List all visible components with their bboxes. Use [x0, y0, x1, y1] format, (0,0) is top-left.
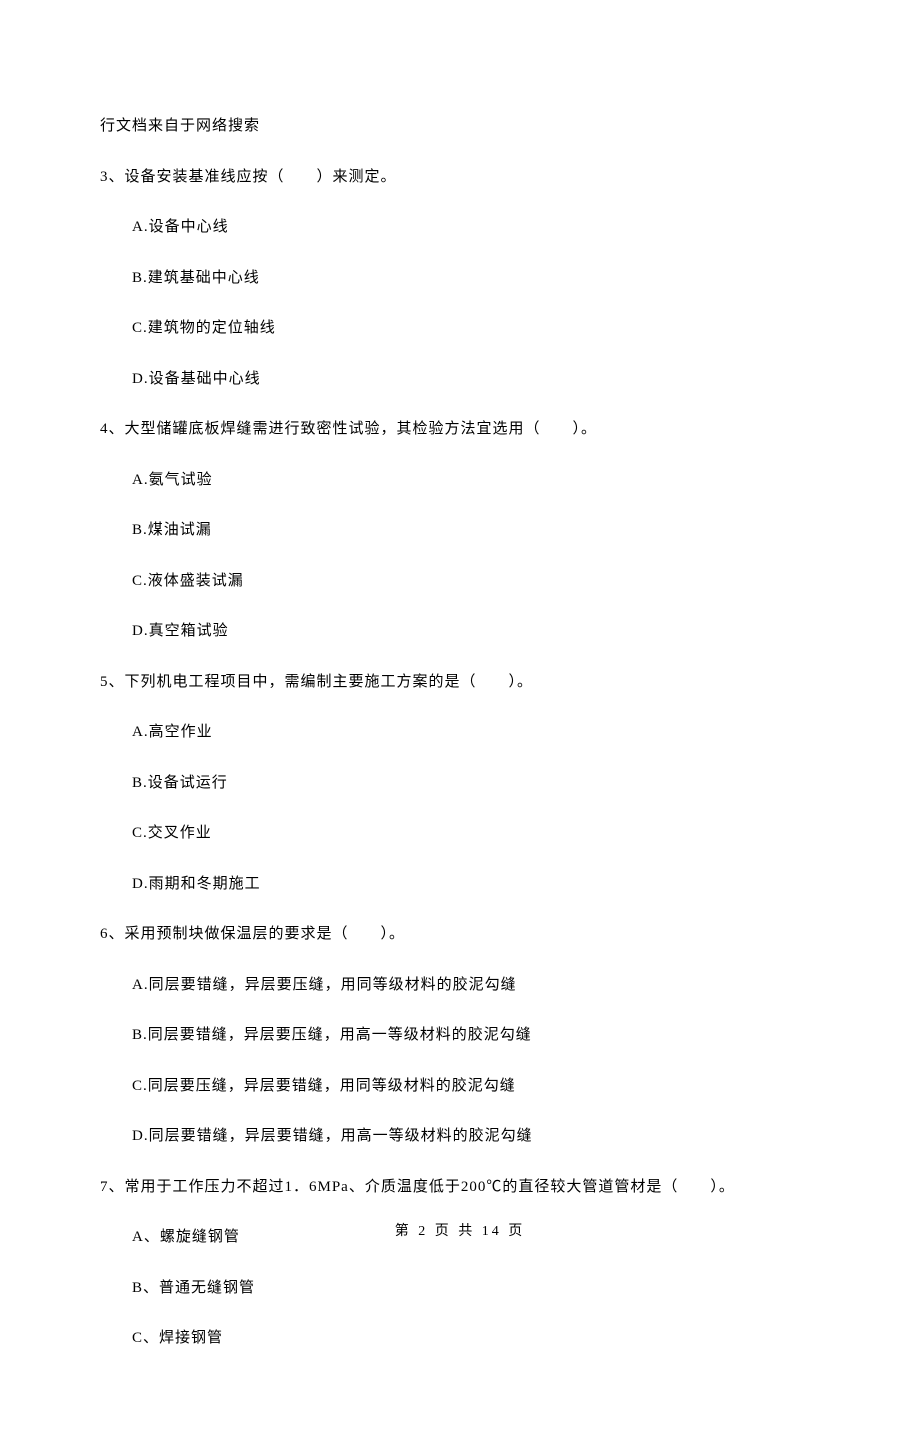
option-a: A.设备中心线	[100, 216, 820, 239]
question-4: 4、大型储罐底板焊缝需进行致密性试验，其检验方法宜选用（ ）。 A.氨气试验 B…	[100, 418, 820, 643]
question-5: 5、下列机电工程项目中，需编制主要施工方案的是（ ）。 A.高空作业 B.设备试…	[100, 671, 820, 896]
page-footer: 第 2 页 共 14 页	[0, 1221, 920, 1242]
option-b: B.设备试运行	[100, 772, 820, 795]
option-a: A.高空作业	[100, 721, 820, 744]
question-6: 6、采用预制块做保温层的要求是（ ）。 A.同层要错缝，异层要压缝，用同等级材料…	[100, 923, 820, 1148]
question-text: 4、大型储罐底板焊缝需进行致密性试验，其检验方法宜选用（ ）。	[100, 418, 820, 441]
option-d: D.同层要错缝，异层要错缝，用高一等级材料的胶泥勾缝	[100, 1125, 820, 1148]
option-d: D.真空箱试验	[100, 620, 820, 643]
option-b: B.建筑基础中心线	[100, 267, 820, 290]
question-text: 7、常用于工作压力不超过1．6MPa、介质温度低于200℃的直径较大管道管材是（…	[100, 1176, 820, 1199]
question-text: 6、采用预制块做保温层的要求是（ ）。	[100, 923, 820, 946]
option-c: C.建筑物的定位轴线	[100, 317, 820, 340]
option-b: B.煤油试漏	[100, 519, 820, 542]
option-c: C.同层要压缝，异层要错缝，用同等级材料的胶泥勾缝	[100, 1075, 820, 1098]
header-note: 行文档来自于网络搜索	[100, 115, 820, 138]
question-3: 3、设备安装基准线应按（ ）来测定。 A.设备中心线 B.建筑基础中心线 C.建…	[100, 166, 820, 391]
option-b: B.同层要错缝，异层要压缝，用高一等级材料的胶泥勾缝	[100, 1024, 820, 1047]
question-text: 5、下列机电工程项目中，需编制主要施工方案的是（ ）。	[100, 671, 820, 694]
option-d: D.设备基础中心线	[100, 368, 820, 391]
question-7: 7、常用于工作压力不超过1．6MPa、介质温度低于200℃的直径较大管道管材是（…	[100, 1176, 820, 1350]
option-b: B、普通无缝钢管	[100, 1277, 820, 1300]
option-c: C、焊接钢管	[100, 1327, 820, 1350]
option-c: C.交叉作业	[100, 822, 820, 845]
option-a: A.氨气试验	[100, 469, 820, 492]
option-a: A.同层要错缝，异层要压缝，用同等级材料的胶泥勾缝	[100, 974, 820, 997]
option-d: D.雨期和冬期施工	[100, 873, 820, 896]
option-c: C.液体盛装试漏	[100, 570, 820, 593]
question-text: 3、设备安装基准线应按（ ）来测定。	[100, 166, 820, 189]
